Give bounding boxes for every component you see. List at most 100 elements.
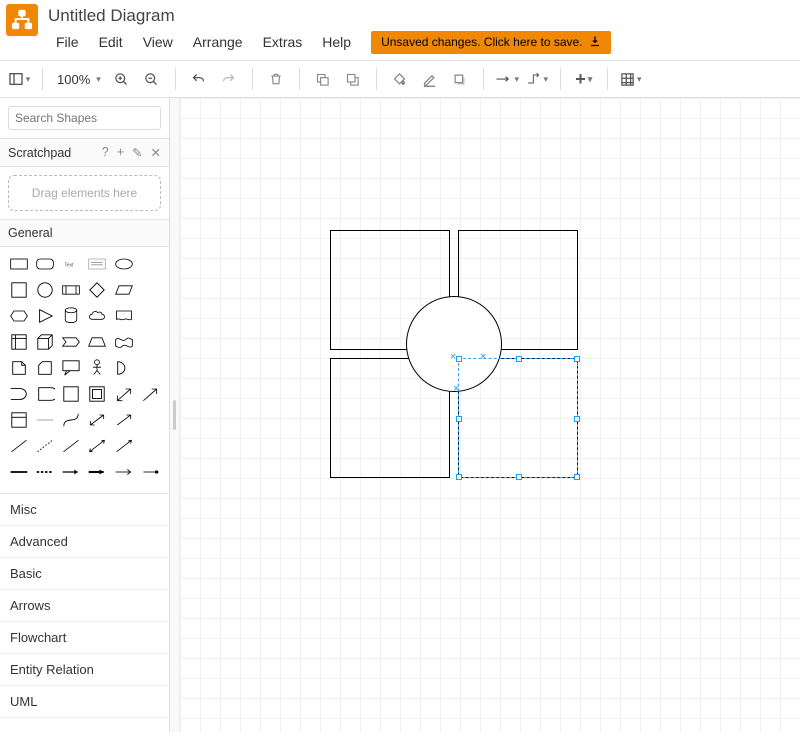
fill-color-button[interactable] (387, 66, 413, 92)
shape-label[interactable] (34, 409, 56, 431)
shape-harrow[interactable] (60, 461, 82, 483)
zoom-out-button[interactable] (139, 66, 165, 92)
pencil-icon[interactable]: ✎ (132, 145, 142, 160)
menu-arrange[interactable]: Arrange (183, 30, 253, 54)
shape-container[interactable] (60, 383, 82, 405)
plus-icon[interactable]: + (117, 145, 124, 160)
menu-extras[interactable]: Extras (253, 30, 313, 54)
view-mode-button[interactable] (6, 66, 32, 92)
category-basic[interactable]: Basic (0, 558, 169, 590)
shape-arrow-up[interactable] (139, 383, 161, 405)
line-color-button[interactable] (417, 66, 443, 92)
shape-or[interactable] (113, 357, 135, 379)
general-section[interactable]: General (0, 219, 169, 247)
shape-internal-storage[interactable] (8, 331, 30, 353)
category-advanced[interactable]: Advanced (0, 526, 169, 558)
shape-curve[interactable] (60, 409, 82, 431)
shape-list[interactable] (8, 409, 30, 431)
shape-rounded-rect[interactable] (34, 253, 56, 275)
help-icon[interactable]: ? (102, 145, 109, 160)
shape-actor[interactable] (86, 357, 108, 379)
shape-diamond[interactable] (86, 279, 108, 301)
shape-data-store[interactable] (34, 383, 56, 405)
save-banner[interactable]: Unsaved changes. Click here to save. (371, 31, 610, 54)
shape-search[interactable] (8, 106, 161, 130)
to-back-button[interactable] (340, 66, 366, 92)
connection-point[interactable]: × (450, 352, 456, 363)
menu-file[interactable]: File (46, 30, 89, 54)
canvas[interactable]: × × × (180, 98, 800, 732)
close-icon[interactable]: ✕ (151, 145, 161, 160)
shape-tape[interactable] (113, 331, 135, 353)
shape-step[interactable] (60, 331, 82, 353)
shape-blank2[interactable] (139, 279, 161, 301)
shape-note[interactable] (8, 357, 30, 379)
connection-point[interactable]: × (480, 352, 486, 363)
menu-help[interactable]: Help (312, 30, 361, 54)
insert-button[interactable]: + (571, 66, 597, 92)
shape-blank5[interactable] (139, 357, 161, 379)
shape-card[interactable] (34, 357, 56, 379)
sidebar-splitter[interactable] (170, 98, 180, 732)
shape-blank6[interactable] (139, 409, 161, 431)
delete-button[interactable] (263, 66, 289, 92)
shape-hline[interactable] (8, 461, 30, 483)
category-uml[interactable]: UML (0, 686, 169, 718)
shape-bidir2[interactable] (86, 435, 108, 457)
connection-point[interactable]: × (453, 384, 459, 395)
shape-line[interactable] (8, 435, 30, 457)
shape-document[interactable] (113, 305, 135, 327)
category-flowchart[interactable]: Flowchart (0, 622, 169, 654)
waypoint-style-button[interactable] (524, 66, 550, 92)
shape-harrow-dot[interactable] (139, 461, 161, 483)
shape-textbox[interactable] (86, 253, 108, 275)
shape-harrow-open[interactable] (113, 461, 135, 483)
shape-cylinder[interactable] (60, 305, 82, 327)
shape-blank7[interactable] (139, 435, 161, 457)
shape-rect[interactable] (8, 253, 30, 275)
app-logo[interactable] (6, 4, 38, 36)
connection-style-button[interactable] (494, 66, 520, 92)
shape-text[interactable]: Text (60, 253, 82, 275)
shape-process[interactable] (60, 279, 82, 301)
undo-button[interactable] (186, 66, 212, 92)
category-entity-relation[interactable]: Entity Relation (0, 654, 169, 686)
shape-ellipse[interactable] (113, 253, 135, 275)
shape-blank[interactable] (139, 253, 161, 275)
shape-square[interactable] (8, 279, 30, 301)
shape-arrow[interactable] (113, 409, 135, 431)
shape-hline-dash[interactable] (34, 461, 56, 483)
zoom-in-button[interactable] (109, 66, 135, 92)
shape-cube[interactable] (34, 331, 56, 353)
shape-bidir-arrow[interactable] (86, 409, 108, 431)
shape-blank4[interactable] (139, 331, 161, 353)
shape-circle[interactable] (34, 279, 56, 301)
category-arrows[interactable]: Arrows (0, 590, 169, 622)
shape-hexagon[interactable] (8, 305, 30, 327)
shape-frame[interactable] (86, 383, 108, 405)
shape-parallelogram[interactable] (113, 279, 135, 301)
scratchpad-dropzone[interactable]: Drag elements here (8, 175, 161, 211)
shape-and[interactable] (8, 383, 30, 405)
redo-button[interactable] (216, 66, 242, 92)
document-title[interactable]: Untitled Diagram (46, 4, 794, 30)
shape-harrow-thick[interactable] (86, 461, 108, 483)
shape-callout[interactable] (60, 357, 82, 379)
shape-search-input[interactable] (15, 111, 170, 125)
shape-line2[interactable] (60, 435, 82, 457)
shadow-button[interactable] (447, 66, 473, 92)
menu-edit[interactable]: Edit (89, 30, 133, 54)
shape-cloud[interactable] (86, 305, 108, 327)
shape-trapezoid[interactable] (86, 331, 108, 353)
shape-arrow2[interactable] (113, 435, 135, 457)
to-front-button[interactable] (310, 66, 336, 92)
scratchpad-section[interactable]: Scratchpad ? + ✎ ✕ (0, 138, 169, 167)
shape-triangle[interactable] (34, 305, 56, 327)
table-button[interactable] (618, 66, 644, 92)
menu-view[interactable]: View (133, 30, 183, 54)
shape-double-arrow[interactable] (113, 383, 135, 405)
shape-dashed-line[interactable] (34, 435, 56, 457)
zoom-level[interactable]: 100% (53, 72, 105, 87)
category-misc[interactable]: Misc (0, 494, 169, 526)
shape-blank3[interactable] (139, 305, 161, 327)
